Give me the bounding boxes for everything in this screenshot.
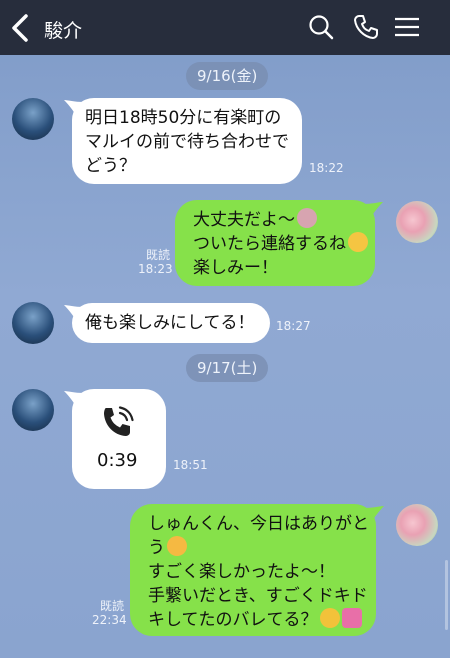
smile-emoji-icon (348, 232, 368, 252)
bubble-tail (64, 100, 84, 118)
message-text: ついたら連絡するね (193, 234, 346, 254)
incoming-message-bubble[interactable]: 明日18時50分に有楽町の マルイの前で待ち合わせで どう？ (64, 98, 302, 184)
read-receipt: 既読 (99, 599, 124, 613)
user-avatar[interactable] (396, 504, 438, 546)
scrollbar[interactable] (445, 560, 448, 630)
hearts-face-emoji-icon (167, 536, 187, 556)
message-text: 大丈夫だよ〜 (193, 210, 295, 230)
message-time: 22:34 (92, 613, 127, 627)
outgoing-message-bubble[interactable]: しゅんくん、今日はありがと う すごく楽しかったよ〜！ 手繋いだとき、すごくドキ… (130, 504, 384, 636)
outgoing-message-bubble[interactable]: 大丈夫だよ〜 ついたら連絡するね 楽しみー！ (175, 200, 383, 286)
message-time: 18:27 (276, 319, 311, 333)
message-text: マルイの前で待ち合わせで (85, 132, 289, 152)
user-avatar[interactable] (396, 201, 438, 243)
menu-icon[interactable] (393, 13, 421, 41)
bubble-tail (64, 305, 84, 323)
message-text: 楽しみー！ (193, 258, 278, 278)
message-time: 18:22 (309, 161, 344, 175)
message-text: 明日18時50分に有楽町の (85, 108, 282, 128)
bubble-tail (64, 391, 84, 409)
contact-avatar[interactable] (12, 389, 54, 431)
phone-call-icon (104, 406, 134, 436)
chat-title: 駿介 (44, 20, 83, 42)
person-emoji-icon (297, 208, 317, 228)
message-text: どう？ (85, 156, 136, 176)
heart-emoji-icon (341, 608, 362, 628)
incoming-message-bubble[interactable]: 俺も楽しみにしてる！ (64, 303, 270, 343)
message-text: キしてたのバレてる？ (148, 610, 318, 630)
message-text: すごく楽しかったよ〜！ (148, 562, 335, 582)
back-chevron-icon[interactable] (8, 12, 34, 44)
chat-header: 駿介 (0, 0, 450, 55)
read-receipt: 既読 (145, 248, 170, 262)
bubble-tail (363, 202, 383, 220)
message-text: う (148, 538, 165, 558)
call-duration: 0:39 (97, 450, 138, 471)
search-icon[interactable] (307, 13, 335, 41)
message-text: 手繋いだとき、すごくドキド (148, 586, 368, 606)
message-text: しゅんくん、今日はありがと (148, 514, 369, 534)
contact-avatar[interactable] (12, 302, 54, 344)
bubble-tail (364, 506, 384, 524)
date-separator: 9/16(金) (186, 62, 269, 90)
laughing-emoji-icon (319, 608, 340, 628)
date-separator: 9/17(土) (186, 354, 269, 382)
message-text: 俺も楽しみにしてる！ (85, 313, 255, 333)
contact-avatar[interactable] (12, 98, 54, 140)
message-time: 18:51 (173, 458, 208, 472)
phone-icon[interactable] (352, 13, 380, 41)
call-bubble[interactable]: 0:39 (64, 389, 166, 489)
message-time: 18:23 (138, 262, 173, 276)
